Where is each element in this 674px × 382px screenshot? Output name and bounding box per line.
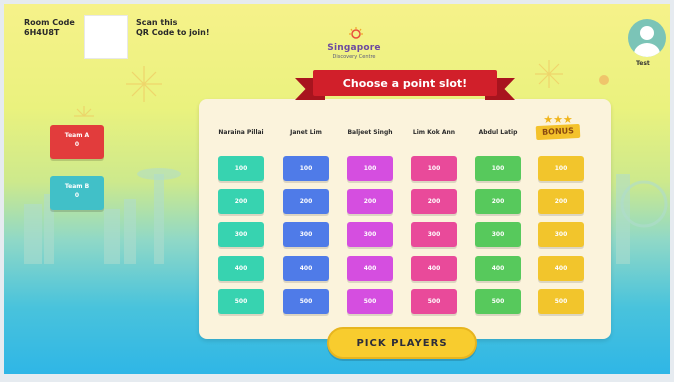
column-header-4: Lim Kok Ann	[412, 129, 456, 136]
column-header-1: Naraina Pillai	[218, 129, 264, 136]
scan-line-1: Scan this	[136, 18, 178, 27]
scan-line-2: QR Code to join!	[136, 28, 210, 37]
point-slot-c5-100[interactable]: 100	[475, 156, 521, 181]
point-slot-c6-300[interactable]: 300	[538, 222, 584, 247]
pick-players-button[interactable]: PICK PLAYERS	[327, 327, 477, 359]
bonus-label: BONUS	[535, 123, 581, 141]
point-slot-c1-500[interactable]: 500	[218, 289, 264, 314]
point-slot-c5-400[interactable]: 400	[475, 256, 521, 281]
avatar-body	[634, 43, 660, 57]
scan-instructions: Scan this QR Code to join!	[136, 18, 209, 38]
point-slot-c5-200[interactable]: 200	[475, 189, 521, 214]
bonus-column-header: ★★★ BONUS	[529, 114, 587, 154]
singapore-discovery-centre-logo: Singapore Discovery Centre	[314, 24, 394, 60]
team-b-score: 0	[74, 192, 80, 199]
point-slot-c4-200[interactable]: 200	[411, 189, 457, 214]
column-header-3: Baljeet Singh	[347, 129, 393, 136]
point-slot-c2-500[interactable]: 500	[283, 289, 329, 314]
avatar-head	[640, 26, 654, 40]
team-b-name: Team B	[64, 183, 90, 190]
point-slot-c4-500[interactable]: 500	[411, 289, 457, 314]
point-slot-c1-300[interactable]: 300	[218, 222, 264, 247]
point-slot-c6-500[interactable]: 500	[538, 289, 584, 314]
team-card-a: Team A 0	[50, 125, 104, 159]
column-header-5: Abdul Latip	[478, 129, 518, 136]
user-avatar[interactable]	[628, 19, 666, 57]
team-a-score: 0	[74, 141, 80, 148]
point-slot-c3-400[interactable]: 400	[347, 256, 393, 281]
point-slot-c3-100[interactable]: 100	[347, 156, 393, 181]
point-slot-c3-300[interactable]: 300	[347, 222, 393, 247]
room-code: Room Code 6H4U8T	[24, 18, 75, 38]
room-code-label: Room Code	[24, 18, 75, 27]
user-name: Test	[636, 60, 650, 67]
point-slot-c2-400[interactable]: 400	[283, 256, 329, 281]
point-slot-c6-400[interactable]: 400	[538, 256, 584, 281]
point-slot-c6-200[interactable]: 200	[538, 189, 584, 214]
point-slot-c2-100[interactable]: 100	[283, 156, 329, 181]
point-slot-c4-100[interactable]: 100	[411, 156, 457, 181]
qr-code	[84, 15, 128, 59]
point-slot-c1-100[interactable]: 100	[218, 156, 264, 181]
point-slot-c1-200[interactable]: 200	[218, 189, 264, 214]
team-card-b: Team B 0	[50, 176, 104, 210]
point-slot-c3-500[interactable]: 500	[347, 289, 393, 314]
logo-sun-icon	[349, 27, 363, 39]
logo-subtitle: Discovery Centre	[332, 54, 376, 60]
room-code-value: 6H4U8T	[24, 28, 60, 37]
point-slot-c2-300[interactable]: 300	[283, 222, 329, 247]
point-slot-c3-200[interactable]: 200	[347, 189, 393, 214]
point-slot-c4-300[interactable]: 300	[411, 222, 457, 247]
point-slot-c6-100[interactable]: 100	[538, 156, 584, 181]
point-slot-c4-400[interactable]: 400	[411, 256, 457, 281]
point-slot-c1-400[interactable]: 400	[218, 256, 264, 281]
game-screen: Room Code 6H4U8T Scan this QR Code to jo…	[0, 0, 674, 382]
board-title: Choose a point slot!	[313, 70, 497, 96]
team-a-name: Team A	[64, 132, 90, 139]
board-title-banner: Choose a point slot!	[295, 68, 515, 104]
logo-brand: Singapore	[327, 43, 381, 53]
point-slot-c2-200[interactable]: 200	[283, 189, 329, 214]
column-header-2: Janet Lim	[290, 129, 322, 136]
point-slot-c5-300[interactable]: 300	[475, 222, 521, 247]
point-slot-c5-500[interactable]: 500	[475, 289, 521, 314]
